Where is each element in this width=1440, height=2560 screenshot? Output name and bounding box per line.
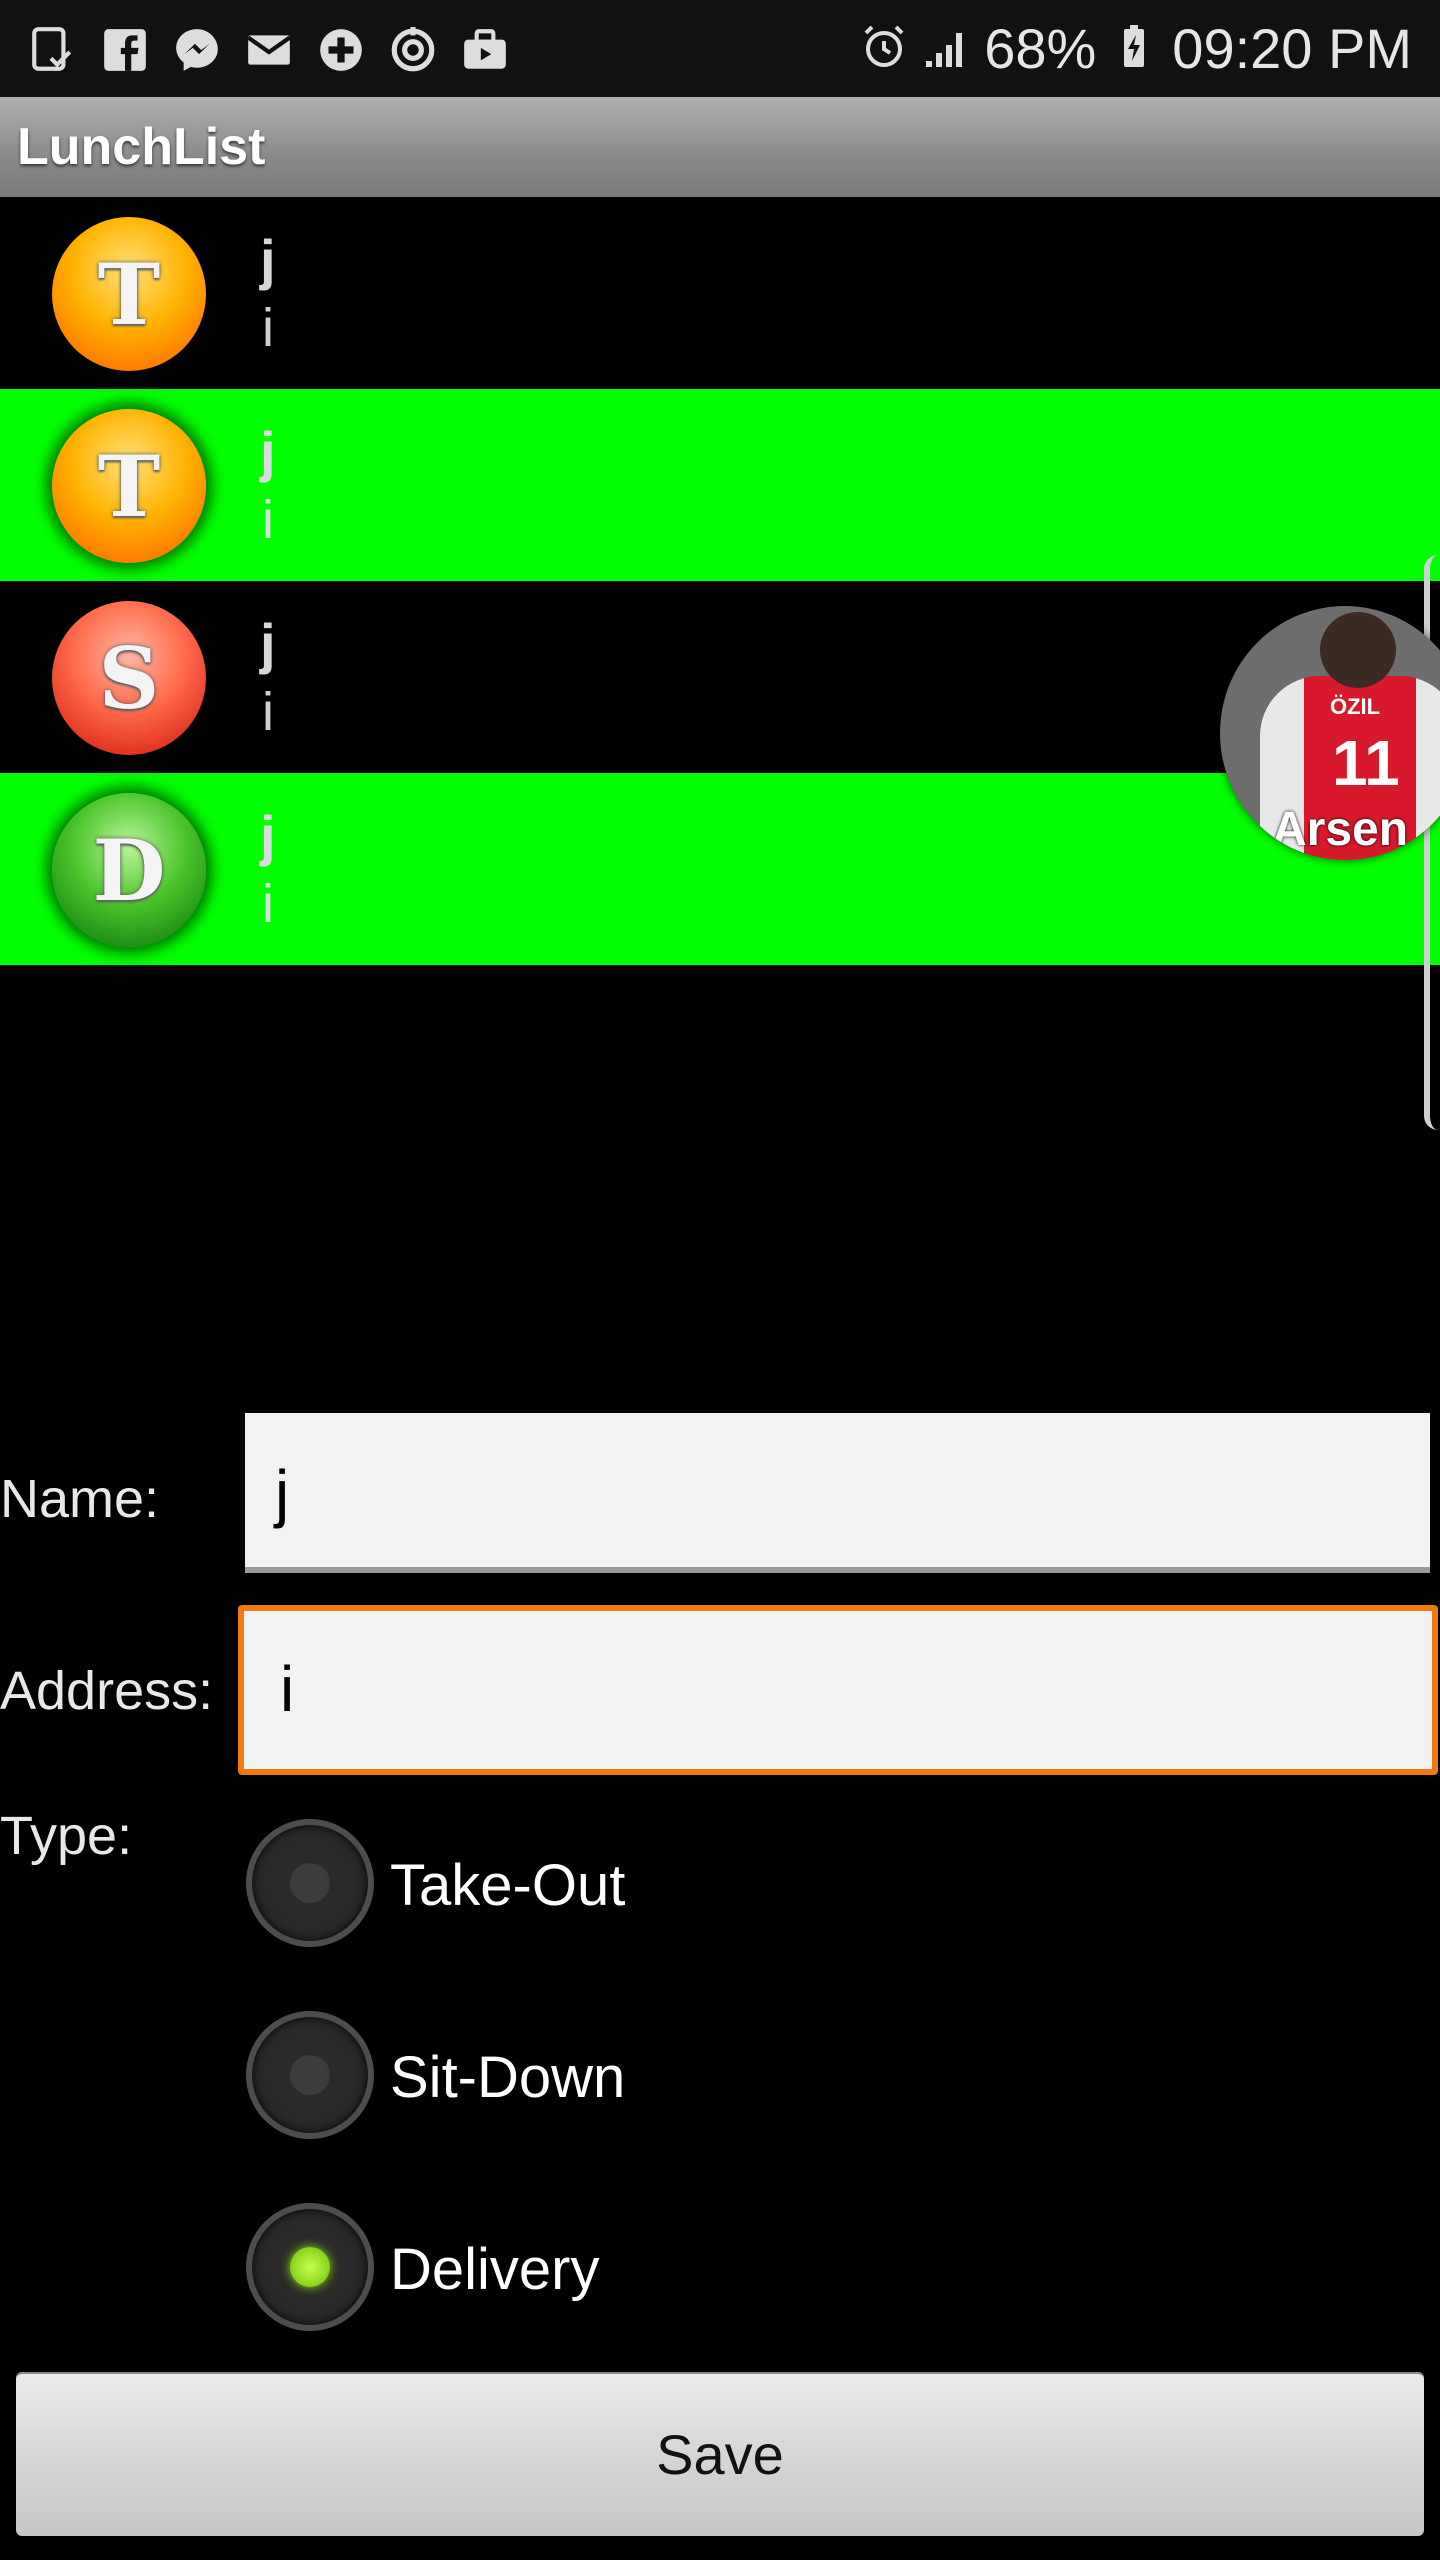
alarm-icon [860,23,908,76]
sit-down-label[interactable]: Sit-Down [390,2044,625,2111]
sync-circle-icon [386,23,440,77]
name-label: Name: [0,1469,160,1529]
address-label: Address: [0,1661,214,1721]
save-button[interactable]: Save [16,2372,1424,2536]
radio-button[interactable] [246,2011,374,2139]
sit-down-icon: S [52,601,206,755]
battery-percent: 68% [984,17,1097,80]
system-status: 68% 09:20 PM [860,16,1412,82]
type-label: Type: [0,1806,133,1866]
battery-charging-icon [1110,23,1158,76]
action-bar: LunchList [0,97,1440,197]
signal-icon [922,23,970,76]
avatar-shirt-number: 11 [1332,727,1400,799]
restaurant-name: j [260,612,276,675]
take-out-icon: T [52,409,206,563]
avatar-shirt-name: ÖZIL [1330,694,1381,719]
app-title: LunchList [17,118,266,176]
briefcase-icon [458,23,512,77]
restaurant-address: i [262,490,274,550]
notification-icons [26,20,512,80]
radio-button[interactable] [246,2203,374,2331]
take-out-radio[interactable] [246,1818,376,1948]
restaurant-address: i [262,682,274,742]
mail-icon [242,23,296,77]
radio-button[interactable] [246,1819,374,1947]
name-field[interactable]: j [245,1413,1430,1573]
take-out-icon: T [52,217,206,371]
address-field[interactable]: i [238,1605,1438,1775]
restaurant-address: i [262,298,274,358]
plus-circle-icon [314,23,368,77]
list-item[interactable]: T j i [0,197,1440,389]
restaurant-name: j [260,228,276,291]
sit-down-radio[interactable] [246,2010,376,2140]
clock: 09:20 PM [1172,17,1412,80]
delivery-label[interactable]: Delivery [390,2236,600,2303]
avatar-head [1320,612,1396,688]
take-out-label[interactable]: Take-Out [390,1852,625,1919]
facebook-icon [98,23,152,77]
messenger-icon [170,23,224,77]
delivery-icon: D [52,793,206,947]
tablet-check-icon [26,23,80,77]
status-bar: 68% 09:20 PM [0,0,1440,97]
restaurant-name: j [260,804,276,867]
delivery-radio[interactable] [246,2202,376,2332]
avatar-brand-text: Arsen [1272,803,1409,856]
restaurant-address: i [262,874,274,934]
list-item[interactable]: D j i [0,773,1440,965]
list-item[interactable]: T j i [0,389,1440,581]
restaurant-name: j [260,420,276,483]
